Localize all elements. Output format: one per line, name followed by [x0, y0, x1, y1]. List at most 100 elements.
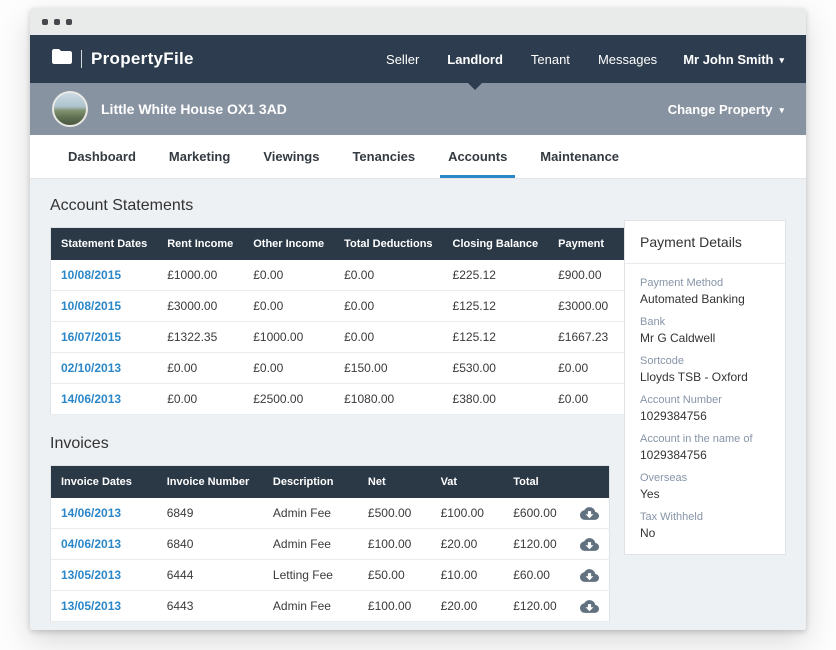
cloud-download-icon [580, 600, 599, 613]
invoice-cell: £120.00 [503, 591, 570, 622]
statement-column-closing-balance: Closing Balance [443, 228, 549, 261]
statement-cell: £3000.00 [548, 291, 618, 322]
tab-tenancies[interactable]: Tenancies [352, 135, 415, 178]
invoice-date-link[interactable]: 13/05/2013 [51, 560, 157, 591]
statement-cell: £0.00 [548, 384, 618, 415]
invoice-row: 13/05/20136443Admin Fee£100.00£20.00£120… [51, 591, 610, 622]
statement-column-statement-dates: Statement Dates [51, 228, 158, 261]
invoice-column-total: Total [503, 466, 570, 499]
nav-item-messages[interactable]: Messages [584, 35, 671, 83]
statement-cell: £0.00 [334, 291, 442, 322]
window-control-dot[interactable] [54, 19, 60, 25]
statement-cell: £0.00 [157, 353, 243, 384]
tab-viewings[interactable]: Viewings [263, 135, 319, 178]
statement-cell: £1667.23 [548, 322, 618, 353]
payment-details-body: Payment Method Automated Banking BankMr G … [625, 264, 785, 554]
statement-date-link[interactable]: 10/08/2015 [51, 260, 158, 291]
property-bar: Little White House OX1 3AD Change Proper… [30, 83, 806, 135]
statement-cell: £530.00 [443, 353, 549, 384]
statement-cell: £0.00 [334, 322, 442, 353]
statement-column-other-income: Other Income [243, 228, 334, 261]
statement-row: 10/08/2015£1000.00£0.00£0.00£225.12£900.… [51, 260, 654, 291]
change-property-label: Change Property [668, 102, 773, 117]
statement-date-link[interactable]: 14/06/2013 [51, 384, 158, 415]
statement-cell: £0.00 [334, 260, 442, 291]
statements-table: Statement DatesRent IncomeOther IncomeTo… [50, 227, 654, 415]
invoice-cell: Admin Fee [263, 591, 358, 622]
invoice-download-button[interactable] [570, 560, 609, 591]
payment-field-value: No [640, 526, 770, 540]
payment-field-value: Yes [640, 487, 770, 501]
invoice-date-link[interactable]: 04/06/2013 [51, 529, 157, 560]
statement-row: 14/06/2013£0.00£2500.00£1080.00£380.00£0… [51, 384, 654, 415]
nav-item-landlord[interactable]: Landlord [433, 35, 517, 83]
nav-item-tenant[interactable]: Tenant [517, 35, 584, 83]
top-nav: SellerLandlordTenantMessages Mr John Smi… [372, 35, 784, 83]
statement-cell: £125.12 [443, 322, 549, 353]
invoice-column-net: Net [358, 466, 431, 499]
payment-field-label: Payment Method [640, 277, 770, 289]
statement-row: 10/08/2015£3000.00£0.00£0.00£125.12£3000… [51, 291, 654, 322]
invoice-column-download [570, 466, 609, 499]
invoice-cell: 6840 [157, 529, 263, 560]
statement-cell: £150.00 [334, 353, 442, 384]
property-avatar [52, 91, 88, 127]
payment-field-bank: BankMr G Caldwell [640, 316, 770, 345]
statement-date-link[interactable]: 02/10/2013 [51, 353, 158, 384]
statement-cell: £1322.35 [157, 322, 243, 353]
invoice-row: 13/05/20136444Letting Fee£50.00£10.00£60… [51, 560, 610, 591]
invoice-download-button[interactable] [570, 498, 609, 529]
statement-cell: £1000.00 [243, 322, 334, 353]
invoice-download-button[interactable] [570, 591, 609, 622]
invoice-row: 04/06/20136840Admin Fee£100.00£20.00£120… [51, 529, 610, 560]
page-content: Account Statements Statement DatesRent I… [30, 179, 806, 630]
change-property-button[interactable]: Change Property ▾ [668, 102, 784, 117]
statement-date-link[interactable]: 10/08/2015 [51, 291, 158, 322]
statement-cell: £380.00 [443, 384, 549, 415]
invoice-cell: 6443 [157, 591, 263, 622]
main-column: Account Statements Statement DatesRent I… [50, 189, 610, 622]
invoices-section-title: Invoices [50, 435, 610, 453]
invoice-cell: Letting Fee [263, 560, 358, 591]
tab-maintenance[interactable]: Maintenance [540, 135, 619, 178]
statement-row: 02/10/2013£0.00£0.00£150.00£530.00£0.00 [51, 353, 654, 384]
statement-cell: £0.00 [243, 353, 334, 384]
nav-item-seller[interactable]: Seller [372, 35, 433, 83]
invoices-header-row: Invoice DatesInvoice NumberDescriptionNe… [51, 466, 610, 499]
statement-cell: £0.00 [243, 291, 334, 322]
tab-accounts[interactable]: Accounts [448, 135, 507, 178]
invoice-column-invoice-dates: Invoice Dates [51, 466, 157, 499]
window-control-dot[interactable] [42, 19, 48, 25]
window-titlebar [30, 8, 806, 35]
statement-cell: £0.00 [243, 260, 334, 291]
invoice-cell: £100.00 [358, 529, 431, 560]
window-control-dot[interactable] [66, 19, 72, 25]
browser-window: PropertyFile SellerLandlordTenantMessage… [30, 8, 806, 630]
invoice-column-vat: Vat [431, 466, 504, 499]
invoice-date-link[interactable]: 13/05/2013 [51, 591, 157, 622]
invoice-cell: £120.00 [503, 529, 570, 560]
invoice-cell: £20.00 [431, 529, 504, 560]
tab-bar: Dashboard Marketing Viewings Tenancies Accou… [30, 135, 806, 179]
chevron-down-icon: ▾ [779, 56, 784, 65]
tab-marketing[interactable]: Marketing [169, 135, 230, 178]
statement-date-link[interactable]: 16/07/2015 [51, 322, 158, 353]
invoice-download-button[interactable] [570, 529, 609, 560]
user-menu[interactable]: Mr John Smith ▾ [683, 35, 784, 83]
brand[interactable]: PropertyFile [52, 49, 194, 69]
payment-field-label: Sortcode [640, 355, 770, 367]
invoice-row: 14/06/20136849Admin Fee£500.00£100.00£60… [51, 498, 610, 529]
statement-cell: £1000.00 [157, 260, 243, 291]
statement-cell: £0.00 [157, 384, 243, 415]
tab-dashboard[interactable]: Dashboard [68, 135, 136, 178]
payment-field-label: Bank [640, 316, 770, 328]
payment-details-card: Payment Details Payment MethodAutomated … [624, 220, 786, 555]
invoice-date-link[interactable]: 14/06/2013 [51, 498, 157, 529]
invoice-cell: £10.00 [431, 560, 504, 591]
statement-cell: £3000.00 [157, 291, 243, 322]
payment-field-account-number: Account Number1029384756 [640, 394, 770, 423]
statement-cell: £225.12 [443, 260, 549, 291]
statement-cell: £0.00 [548, 353, 618, 384]
invoice-cell: £600.00 [503, 498, 570, 529]
payment-field-value: Automated Banking [640, 292, 770, 306]
